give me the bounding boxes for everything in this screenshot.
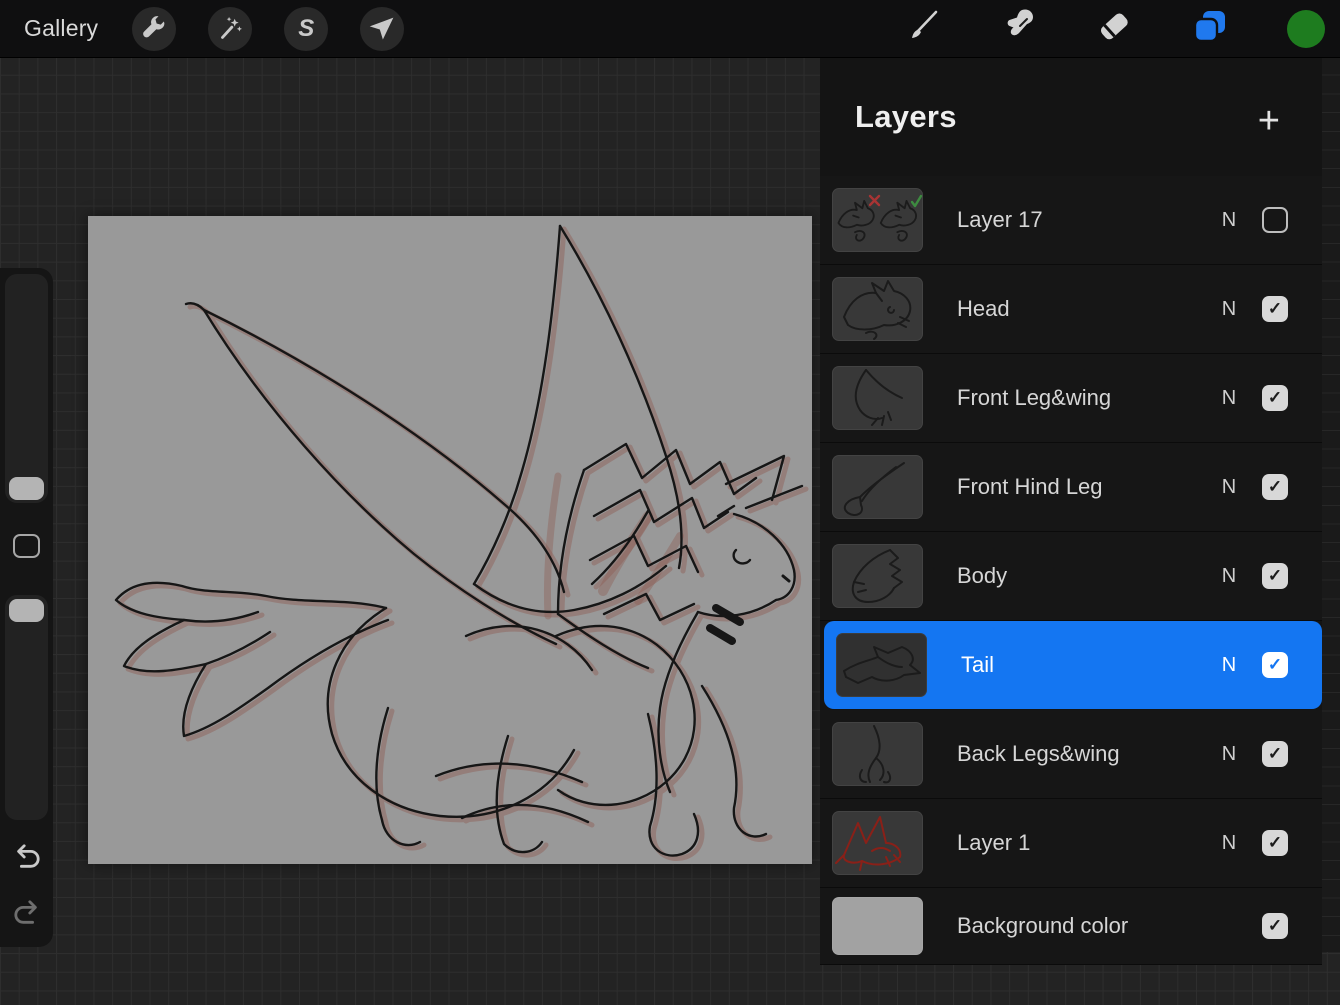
blend-mode-badge[interactable]: N xyxy=(1214,743,1244,766)
layer-name[interactable]: Layer 17 xyxy=(957,207,1214,233)
visibility-checkbox[interactable]: ✓ xyxy=(1262,741,1288,767)
layer-thumbnail-head[interactable] xyxy=(832,277,923,341)
layer-thumbnail-layer1-red[interactable] xyxy=(832,811,923,875)
layer-name[interactable]: Body xyxy=(957,563,1214,589)
layer-thumbnail-back-legs-wing[interactable] xyxy=(832,722,923,786)
layer-thumbnail-front-leg-wing[interactable] xyxy=(832,366,923,430)
dragon-sketch xyxy=(88,216,812,864)
layer-thumbnail-body[interactable] xyxy=(832,544,923,608)
brush-size-slider[interactable] xyxy=(5,274,48,503)
opacity-handle[interactable] xyxy=(9,599,44,622)
transform-button[interactable] xyxy=(360,7,404,51)
layers-icon xyxy=(1190,6,1230,51)
color-button[interactable] xyxy=(1284,7,1328,51)
blend-mode-badge[interactable]: N xyxy=(1214,654,1244,677)
color-swatch xyxy=(1287,10,1325,48)
opacity-slider[interactable] xyxy=(5,595,48,820)
paint-button[interactable] xyxy=(900,7,944,51)
smudge-finger-icon xyxy=(998,6,1038,51)
layer-row[interactable]: Front Leg&wing N ✓ xyxy=(820,354,1322,443)
visibility-checkbox[interactable] xyxy=(1262,207,1288,233)
brush-sidebar xyxy=(0,268,53,947)
blend-mode-badge[interactable]: N xyxy=(1214,298,1244,321)
layer-thumbnail-tail[interactable] xyxy=(836,633,927,697)
wrench-icon xyxy=(139,14,169,44)
blend-mode-badge[interactable]: N xyxy=(1214,387,1244,410)
layer-name[interactable]: Front Hind Leg xyxy=(957,474,1214,500)
layers-panel: Layers + Layer 17 N Head N ✓ Front Leg&w… xyxy=(820,57,1322,952)
gallery-button[interactable]: Gallery xyxy=(24,15,98,42)
drawing-canvas[interactable] xyxy=(88,216,812,864)
layers-title: Layers xyxy=(855,99,957,135)
visibility-checkbox[interactable]: ✓ xyxy=(1262,296,1288,322)
layer-name[interactable]: Tail xyxy=(961,652,1214,678)
actions-button[interactable] xyxy=(132,7,176,51)
blend-mode-badge[interactable]: N xyxy=(1214,476,1244,499)
layer-name[interactable]: Back Legs&wing xyxy=(957,741,1214,767)
blend-mode-badge[interactable]: N xyxy=(1214,565,1244,588)
left-tool-group: S xyxy=(132,7,404,51)
visibility-checkbox[interactable]: ✓ xyxy=(1262,385,1288,411)
visibility-checkbox[interactable]: ✓ xyxy=(1262,913,1288,939)
redo-button[interactable] xyxy=(11,900,43,930)
modify-button[interactable] xyxy=(13,534,40,558)
visibility-checkbox[interactable]: ✓ xyxy=(1262,563,1288,589)
layer-row[interactable]: Tail N ✓ xyxy=(824,621,1322,709)
magic-wand-icon xyxy=(215,14,245,44)
visibility-checkbox[interactable]: ✓ xyxy=(1262,830,1288,856)
right-tool-group xyxy=(900,0,1328,57)
layer-row[interactable]: Layer 1 N ✓ xyxy=(820,799,1322,888)
eraser-icon xyxy=(1094,6,1134,51)
arrow-cursor-icon xyxy=(368,15,396,43)
selection-button[interactable]: S xyxy=(284,7,328,51)
undo-arrow-icon xyxy=(11,843,43,876)
layer-row[interactable]: Head N ✓ xyxy=(820,265,1322,354)
layer-row[interactable]: Back Legs&wing N ✓ xyxy=(820,710,1322,799)
paintbrush-icon xyxy=(903,7,941,50)
add-layer-button[interactable]: + xyxy=(1258,107,1280,135)
visibility-checkbox[interactable]: ✓ xyxy=(1262,652,1288,678)
layer-list: Layer 17 N Head N ✓ Front Leg&wing N ✓ F… xyxy=(820,176,1322,965)
layer-row[interactable]: Background color ✓ xyxy=(820,888,1322,965)
redo-arrow-icon xyxy=(11,899,43,932)
layer-name[interactable]: Background color xyxy=(957,913,1214,939)
adjustments-button[interactable] xyxy=(208,7,252,51)
layer-row[interactable]: Front Hind Leg N ✓ xyxy=(820,443,1322,532)
layer-thumbnail-background-swatch[interactable] xyxy=(832,897,923,955)
smudge-button[interactable] xyxy=(996,7,1040,51)
layer-name[interactable]: Front Leg&wing xyxy=(957,385,1214,411)
layers-panel-header: Layers + xyxy=(820,57,1322,176)
s-curve-icon: S xyxy=(298,15,314,43)
blend-mode-badge[interactable]: N xyxy=(1214,832,1244,855)
brush-size-handle[interactable] xyxy=(9,477,44,500)
undo-button[interactable] xyxy=(11,844,43,874)
erase-button[interactable] xyxy=(1092,7,1136,51)
blend-mode-badge[interactable]: N xyxy=(1214,209,1244,232)
layer-name[interactable]: Head xyxy=(957,296,1214,322)
top-toolbar: Gallery S xyxy=(0,0,1340,57)
layers-button[interactable] xyxy=(1188,7,1232,51)
layer-thumbnail-front-hind-leg[interactable] xyxy=(832,455,923,519)
layer-row[interactable]: Layer 17 N xyxy=(820,176,1322,265)
layer-thumbnail-two-heads[interactable] xyxy=(832,188,923,252)
layer-row[interactable]: Body N ✓ xyxy=(820,532,1322,621)
layer-name[interactable]: Layer 1 xyxy=(957,830,1214,856)
panel-right-edge xyxy=(1322,57,1340,952)
visibility-checkbox[interactable]: ✓ xyxy=(1262,474,1288,500)
